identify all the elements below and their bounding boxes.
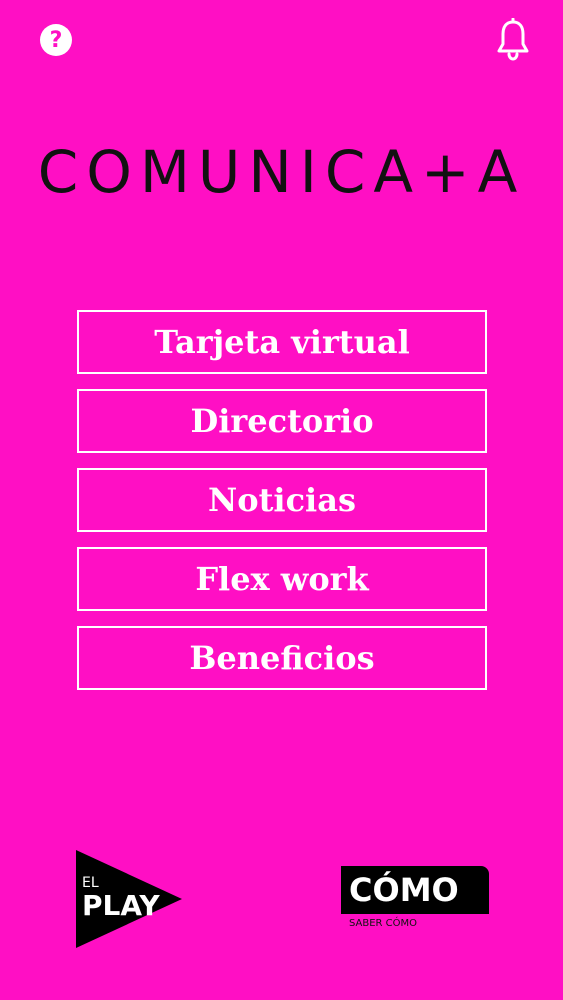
menu-item-flex-work[interactable]: Flex work [77,547,487,611]
saber-como-logo[interactable]: CÓMO SABER CÓMO [341,866,489,936]
app-title: COMUNICA+A [37,138,526,206]
el-play-logo[interactable]: EL PLAY [76,850,182,948]
el-play-big-text: PLAY [82,889,160,922]
main-menu: Tarjeta virtual Directorio Noticias Flex… [77,310,487,690]
help-icon[interactable]: ? [38,22,74,58]
el-play-text: EL PLAY [82,876,160,920]
como-big-text: CÓMO [349,871,459,909]
svg-text:?: ? [50,28,63,53]
menu-item-tarjeta-virtual[interactable]: Tarjeta virtual [77,310,487,374]
como-box: CÓMO [341,866,489,914]
menu-item-beneficios[interactable]: Beneficios [77,626,487,690]
bell-icon[interactable] [493,18,533,62]
como-small-text: SABER CÓMO [349,918,418,929]
menu-item-directorio[interactable]: Directorio [77,389,487,453]
menu-item-noticias[interactable]: Noticias [77,468,487,532]
el-play-small-text: EL [82,875,99,891]
